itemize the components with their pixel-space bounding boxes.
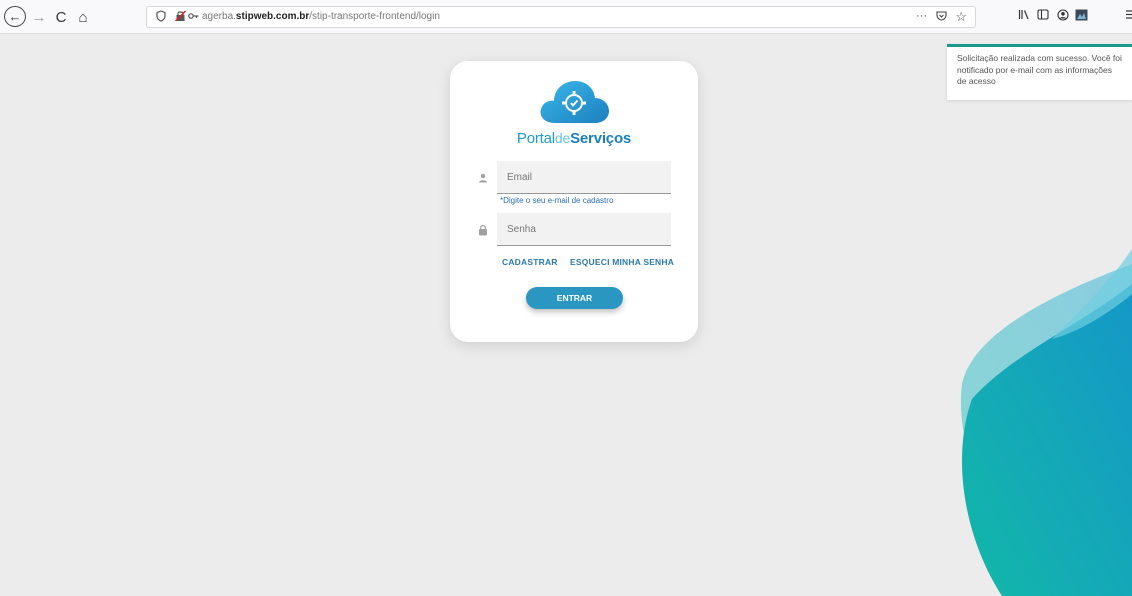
- insecure-lock-icon[interactable]: [174, 10, 187, 25]
- password-field[interactable]: [497, 213, 671, 246]
- extension-icon[interactable]: [1075, 9, 1088, 24]
- email-hint: *Digite o seu e-mail de cadastro: [500, 196, 614, 205]
- login-card: PortaldeServiços *Digite o seu e-mail de…: [450, 61, 698, 342]
- register-link[interactable]: CADASTRAR: [502, 257, 558, 267]
- logo-text-de: de: [554, 130, 571, 146]
- sidebar-icon[interactable]: [1037, 9, 1049, 23]
- reload-button[interactable]: C: [52, 6, 70, 28]
- url-domain: stipweb.com.br: [235, 11, 310, 22]
- url-text[interactable]: agerba.stipweb.com.br/stip-transporte-fr…: [202, 11, 440, 22]
- user-icon: [478, 173, 488, 186]
- home-button[interactable]: ⌂: [74, 6, 92, 28]
- portal-logo-text: PortaldeServiços: [450, 130, 698, 147]
- menu-icon[interactable]: [1126, 9, 1132, 23]
- login-button[interactable]: ENTRAR: [526, 287, 623, 309]
- address-bar[interactable]: agerba.stipweb.com.br/stip-transporte-fr…: [146, 6, 976, 28]
- url-path: /stip-transporte-frontend/login: [309, 11, 440, 22]
- page-actions-icon[interactable]: ···: [916, 10, 927, 22]
- tracking-shield-icon[interactable]: [156, 10, 166, 25]
- email-field[interactable]: [497, 161, 671, 194]
- account-icon[interactable]: [1057, 9, 1069, 24]
- success-toast[interactable]: Solicitação realizada com sucesso. Você …: [947, 44, 1132, 100]
- background-decoration: [960, 249, 1132, 596]
- key-icon[interactable]: [188, 12, 199, 22]
- library-icon[interactable]: [1018, 9, 1030, 23]
- url-subdomain: agerba.: [202, 11, 236, 22]
- browser-toolbar: ← → C ⌂ agerba.stipweb.com.br/stip-trans…: [0, 0, 1132, 34]
- password-input[interactable]: [497, 213, 671, 245]
- toast-message: Solicitação realizada com sucesso. Você …: [957, 53, 1122, 86]
- logo-text-portal: Portal: [516, 130, 555, 147]
- logo-text-servicos: Serviços: [570, 130, 632, 147]
- bookmark-star-icon[interactable]: ☆: [955, 9, 967, 25]
- forgot-password-link[interactable]: ESQUECI MINHA SENHA: [570, 257, 674, 267]
- lock-icon: [478, 224, 488, 239]
- cloud-logo-icon: [540, 81, 609, 123]
- pocket-icon[interactable]: [936, 10, 947, 24]
- back-button[interactable]: ←: [4, 6, 26, 27]
- email-input[interactable]: [497, 161, 671, 193]
- forward-button[interactable]: →: [30, 6, 48, 28]
